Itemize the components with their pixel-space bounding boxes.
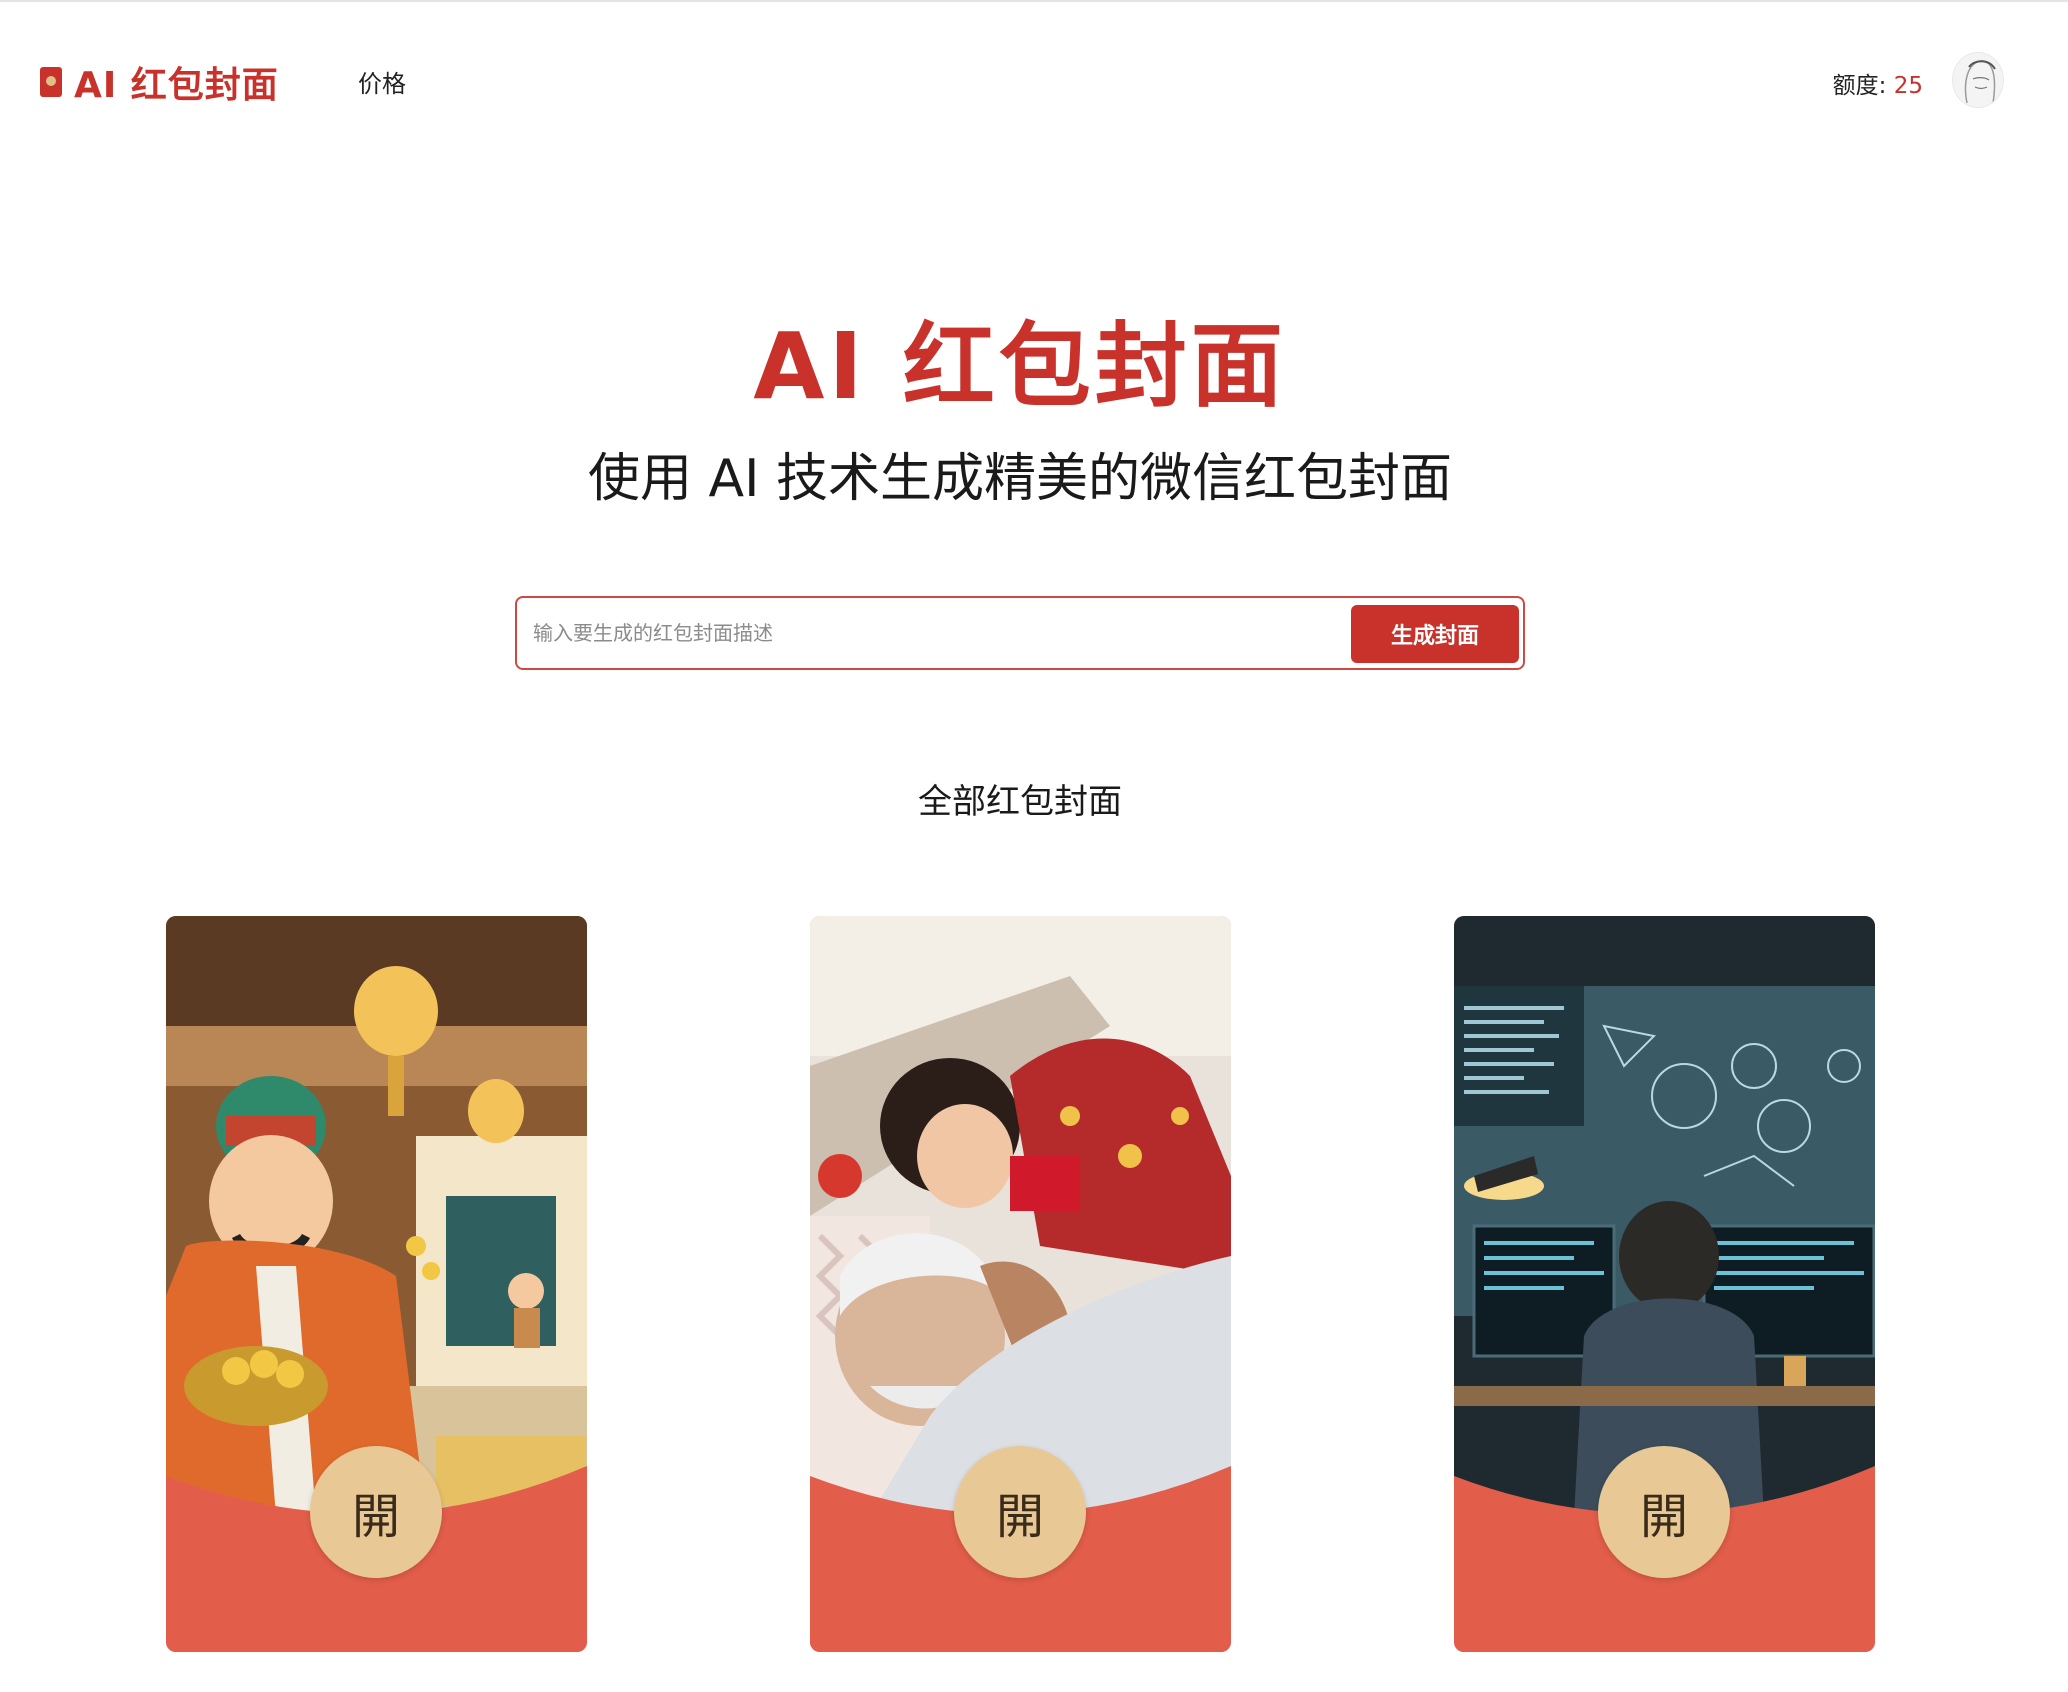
section-title: 全部红包封面: [918, 782, 1122, 822]
open-envelope-button[interactable]: 開: [310, 1446, 442, 1578]
site-header: AI 红包封面 价格 额度: 25: [0, 2, 2068, 152]
avatar-sketch-icon: [1964, 60, 1996, 104]
nav-pricing-link[interactable]: 价格: [358, 64, 406, 99]
hero-title: AI 红包封面: [753, 313, 1287, 420]
quota-display: 额度: 25: [1833, 66, 1923, 100]
user-avatar[interactable]: [1952, 52, 2004, 108]
cover-card-god-of-wealth[interactable]: 開: [166, 916, 587, 1652]
cover-card-family[interactable]: 開: [810, 916, 1231, 1652]
open-envelope-button[interactable]: 開: [1598, 1446, 1730, 1578]
quota-label: 额度:: [1832, 73, 1894, 99]
prompt-search-box: 生成封面: [515, 596, 1525, 670]
red-envelope-icon: [40, 67, 62, 97]
generate-cover-button[interactable]: 生成封面: [1351, 605, 1519, 663]
cover-card-programmer[interactable]: 開: [1454, 916, 1875, 1652]
brand-logo-link[interactable]: AI 红包封面: [40, 58, 279, 106]
hero-subtitle: 使用 AI 技术生成精美的微信红包封面: [588, 449, 1452, 509]
prompt-input[interactable]: [531, 608, 1331, 658]
quota-value: 25: [1893, 73, 1923, 99]
open-envelope-button[interactable]: 開: [954, 1446, 1086, 1578]
brand-name: AI 红包封面: [74, 65, 279, 106]
